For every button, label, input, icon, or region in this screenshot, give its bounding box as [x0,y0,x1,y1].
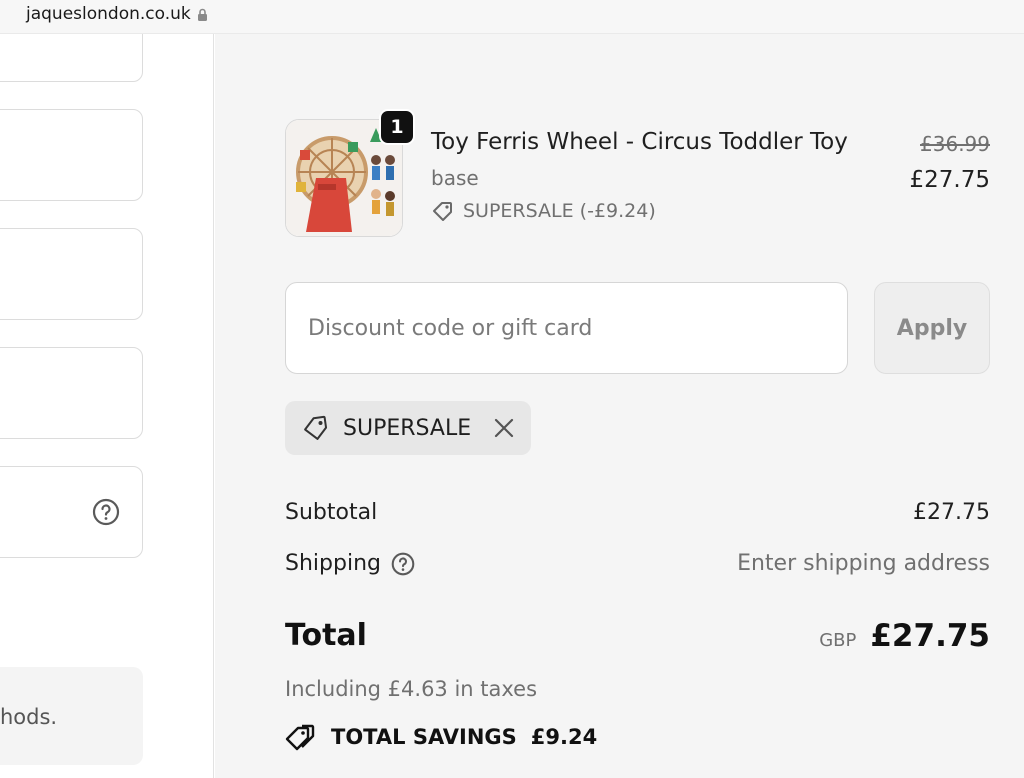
payment-note-box: hods. [0,667,143,765]
shipping-row: Shipping [285,551,415,576]
product-title: Toy Ferris Wheel - Circus Toddler Toy [431,129,848,155]
tags-icon [285,724,315,751]
subtotal-value: £27.75 [913,500,990,525]
help-circle-icon[interactable] [391,552,415,576]
order-summary: 1 Toy Ferris Wheel - Circus Toddler Toy … [215,34,1024,778]
total-amount: £27.75 [870,618,990,654]
payment-note-text: hods. [0,705,58,729]
help-circle-icon[interactable] [92,498,120,526]
shipping-value: Enter shipping address [737,551,990,576]
taxes-note: Including £4.63 in taxes [285,677,538,701]
apply-button[interactable]: Apply [874,282,990,374]
tag-icon [304,415,328,440]
product-discount: SUPERSALE (-£9.24) [431,199,656,223]
product-thumbnail-wrap: 1 [285,109,415,237]
form-field[interactable] [0,347,143,439]
lock-icon [197,8,207,21]
browser-url-bar[interactable]: jaqueslondon.co.uk [0,0,1024,34]
current-price: £27.75 [909,167,990,193]
form-field[interactable] [0,34,143,82]
savings-label: TOTAL SAVINGS [331,725,517,749]
product-discount-text: SUPERSALE (-£9.24) [463,200,656,222]
checkout-form-column: hods. [0,34,214,778]
currency-code: GBP [819,630,857,651]
form-field[interactable] [0,109,143,201]
quantity-badge: 1 [379,109,415,145]
applied-code-label: SUPERSALE [343,415,472,441]
total-label: Total [285,618,367,653]
shipping-label: Shipping [285,551,381,576]
product-variant: base [431,166,479,190]
applied-discount-chip: SUPERSALE [285,401,531,455]
subtotal-label: Subtotal [285,500,378,525]
phone-field[interactable] [0,466,143,558]
total-amount-wrap: GBP £27.75 [819,618,990,654]
discount-code-input[interactable] [285,282,848,374]
close-icon[interactable] [493,417,515,439]
savings-value: £9.24 [530,725,598,749]
tag-icon [433,202,452,221]
original-price: £36.99 [920,132,990,156]
address-display[interactable]: jaqueslondon.co.uk [26,4,208,24]
url-text[interactable]: jaqueslondon.co.uk [26,4,191,24]
form-field[interactable] [0,228,143,320]
total-savings: TOTAL SAVINGS £9.24 [285,723,597,751]
